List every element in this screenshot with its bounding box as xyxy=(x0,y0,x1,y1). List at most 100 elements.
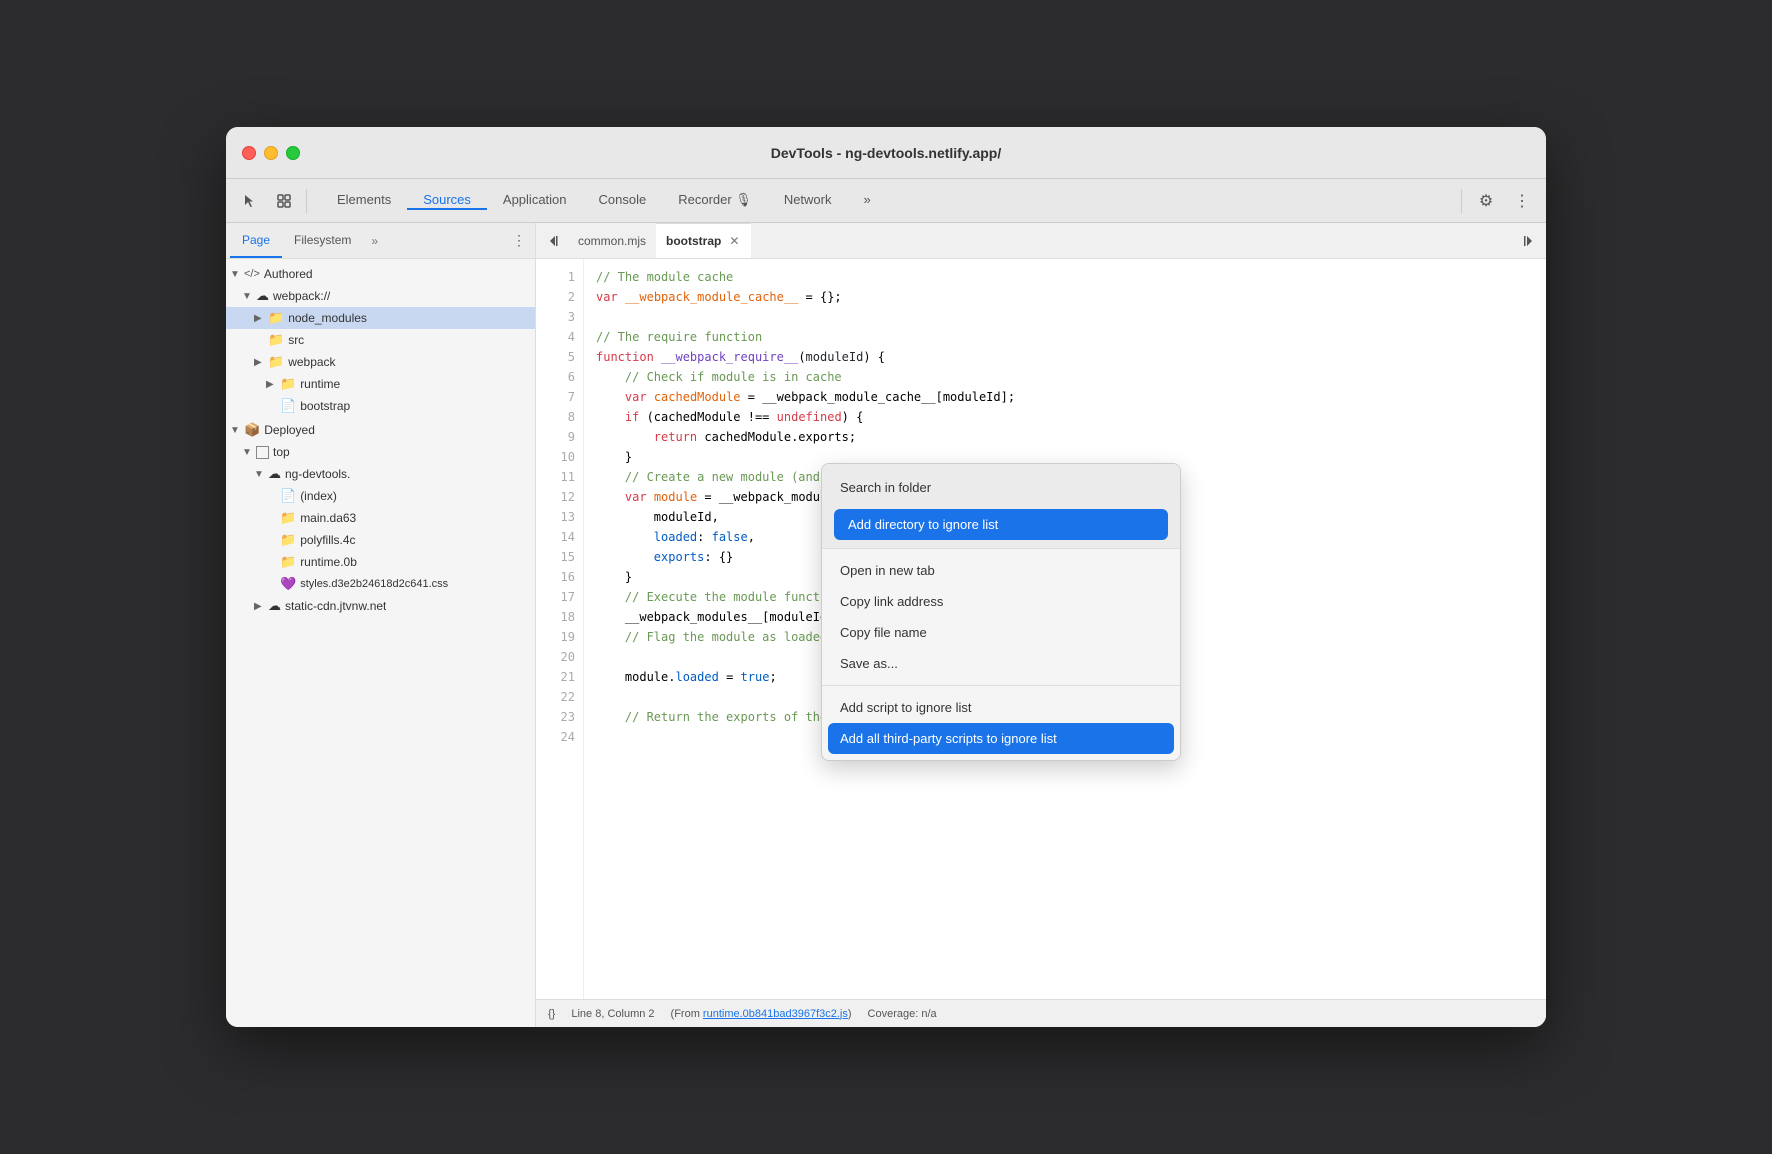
tree-runtime[interactable]: ▶ 📁 runtime xyxy=(226,373,535,395)
inspect-icon[interactable] xyxy=(268,185,300,217)
editor-area: common.mjs bootstrap ✕ 12345678910111213… xyxy=(536,223,1546,1027)
code-line: if (cachedModule !== undefined) { xyxy=(596,407,1534,427)
ctx-add-all-third-party[interactable]: Add all third-party scripts to ignore li… xyxy=(828,723,1174,754)
line-number: 6 xyxy=(536,367,575,387)
sidebar-tab-bar: Page Filesystem » ⋮ xyxy=(226,223,535,259)
editor-collapse-icon[interactable] xyxy=(1514,227,1542,255)
ctx-open-new-tab[interactable]: Open in new tab xyxy=(828,555,1174,586)
maximize-button[interactable] xyxy=(286,146,300,160)
tree-styles[interactable]: 💜 styles.d3e2b24618d2c641.css xyxy=(226,573,535,595)
tree-arrow-node-modules: ▶ xyxy=(254,313,268,324)
settings-icon[interactable]: ⚙ xyxy=(1470,185,1502,217)
editor-tab-close-icon[interactable]: ✕ xyxy=(727,234,741,248)
sidebar-more-icon[interactable]: ⋮ xyxy=(507,229,531,253)
status-from-link[interactable]: runtime.0b841bad3967f3c2.js xyxy=(703,1008,848,1020)
tree-polyfills[interactable]: 📁 polyfills.4c xyxy=(226,529,535,551)
bootstrap-file-icon: 📄 xyxy=(280,398,296,414)
tree-src[interactable]: 📁 src xyxy=(226,329,535,351)
code-line: function __webpack_require__(moduleId) { xyxy=(596,347,1534,367)
editor-back-icon[interactable] xyxy=(540,227,568,255)
file-tree: ▼ </> Authored ▼ ☁ webpack:// ▶ 📁 node_m… xyxy=(226,259,535,1027)
tree-webpack-folder-inner[interactable]: ▶ 📁 webpack xyxy=(226,351,535,373)
status-coverage: Coverage: n/a xyxy=(868,1008,937,1020)
tree-ng-devtools[interactable]: ▼ ☁ ng-devtools. xyxy=(226,463,535,485)
sidebar-tab-more[interactable]: » xyxy=(367,234,382,248)
sidebar-tab-filesystem[interactable]: Filesystem xyxy=(282,223,363,258)
tab-recorder[interactable]: Recorder 🎙 xyxy=(662,192,768,210)
ctx-copy-link[interactable]: Copy link address xyxy=(828,586,1174,617)
toolbar-right-actions: ⚙ ⋮ xyxy=(1457,185,1538,217)
editor-tab-bar: common.mjs bootstrap ✕ xyxy=(536,223,1546,259)
context-menu[interactable]: Search in folder Add directory to ignore… xyxy=(821,463,1181,761)
line-number: 4 xyxy=(536,327,575,347)
tree-arrow-top: ▼ xyxy=(242,447,256,458)
static-cdn-icon: ☁ xyxy=(268,598,281,614)
line-number: 17 xyxy=(536,587,575,607)
line-number: 12 xyxy=(536,487,575,507)
tree-bootstrap[interactable]: 📄 bootstrap xyxy=(226,395,535,417)
line-numbers: 123456789101112131415161718192021222324 xyxy=(536,259,584,999)
code-line: // The module cache xyxy=(596,267,1534,287)
line-number: 21 xyxy=(536,667,575,687)
tree-authored-section[interactable]: ▼ </> Authored xyxy=(226,263,535,285)
line-number: 22 xyxy=(536,687,575,707)
code-line: return cachedModule.exports; xyxy=(596,427,1534,447)
traffic-lights xyxy=(242,146,300,160)
tree-index[interactable]: 📄 (index) xyxy=(226,485,535,507)
polyfills-file-icon: 📁 xyxy=(280,532,296,548)
status-brackets: {} xyxy=(548,1008,555,1020)
line-number: 1 xyxy=(536,267,575,287)
line-number: 7 xyxy=(536,387,575,407)
tree-main[interactable]: 📁 main.da63 xyxy=(226,507,535,529)
tab-elements[interactable]: Elements xyxy=(321,192,407,210)
editor-tab-bootstrap[interactable]: bootstrap ✕ xyxy=(656,223,751,258)
tab-console[interactable]: Console xyxy=(583,192,663,210)
main-file-icon: 📁 xyxy=(280,510,296,526)
line-number: 13 xyxy=(536,507,575,527)
code-line xyxy=(596,307,1534,327)
tree-top[interactable]: ▼ top xyxy=(226,441,535,463)
line-number: 19 xyxy=(536,627,575,647)
line-number: 14 xyxy=(536,527,575,547)
close-button[interactable] xyxy=(242,146,256,160)
line-number: 18 xyxy=(536,607,575,627)
sidebar-tab-actions: ⋮ xyxy=(507,229,531,253)
toolbar-divider-2 xyxy=(1461,189,1462,213)
tree-deployed-section[interactable]: ▼ 📦 Deployed xyxy=(226,419,535,441)
tree-static-cdn[interactable]: ▶ ☁ static-cdn.jtvnw.net xyxy=(226,595,535,617)
tree-webpack-folder[interactable]: ▼ ☁ webpack:// xyxy=(226,285,535,307)
runtime-file-icon: 📁 xyxy=(280,554,296,570)
tab-network[interactable]: Network xyxy=(768,192,848,210)
src-icon: 📁 xyxy=(268,332,284,348)
tree-arrow-ng-devtools: ▼ xyxy=(254,469,268,480)
editor-tab-common[interactable]: common.mjs xyxy=(568,223,656,258)
tab-application[interactable]: Application xyxy=(487,192,583,210)
tree-arrow-webpack-inner: ▶ xyxy=(254,357,268,368)
minimize-button[interactable] xyxy=(264,146,278,160)
tree-node-modules[interactable]: ▶ 📁 node_modules xyxy=(226,307,535,329)
ctx-search-in-folder[interactable]: Search in folder xyxy=(828,472,1174,503)
toolbar-divider xyxy=(306,189,307,213)
tab-sources[interactable]: Sources xyxy=(407,192,487,210)
main-content: Page Filesystem » ⋮ ▼ </> Authored xyxy=(226,223,1546,1027)
ctx-add-directory-btn[interactable]: Add directory to ignore list xyxy=(834,509,1168,540)
line-number: 10 xyxy=(536,447,575,467)
tab-more[interactable]: » xyxy=(848,192,887,210)
ctx-save-as[interactable]: Save as... xyxy=(828,648,1174,679)
cursor-tool-icon[interactable] xyxy=(234,185,266,217)
sidebar-tab-page[interactable]: Page xyxy=(230,223,282,258)
ctx-copy-file-name[interactable]: Copy file name xyxy=(828,617,1174,648)
more-options-icon[interactable]: ⋮ xyxy=(1506,185,1538,217)
line-number: 3 xyxy=(536,307,575,327)
main-tab-bar: Elements Sources Application Console Rec… xyxy=(321,192,1455,210)
editor-tab-right-actions xyxy=(1514,227,1542,255)
webpack-cloud-icon: ☁ xyxy=(256,288,269,304)
tree-runtime-file[interactable]: 📁 runtime.0b xyxy=(226,551,535,573)
code-line: var __webpack_module_cache__ = {}; xyxy=(596,287,1534,307)
index-file-icon: 📄 xyxy=(280,488,296,504)
line-number: 11 xyxy=(536,467,575,487)
line-number: 5 xyxy=(536,347,575,367)
ctx-add-script[interactable]: Add script to ignore list xyxy=(828,692,1174,723)
tree-arrow-runtime: ▶ xyxy=(266,379,280,390)
runtime-icon: 📁 xyxy=(280,376,296,392)
